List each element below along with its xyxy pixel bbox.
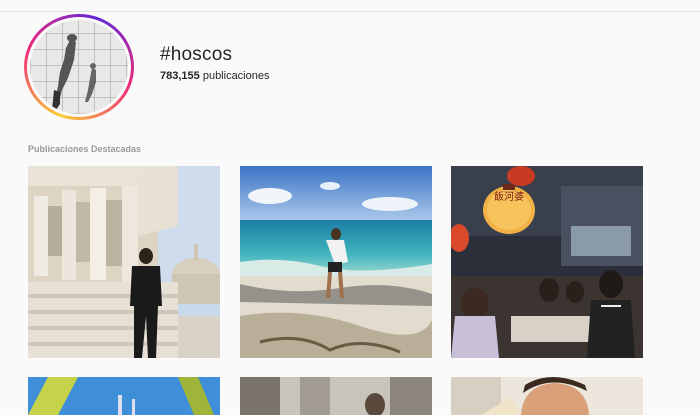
post-count: 783,155 publicaciones [160, 70, 269, 82]
post-tile-interior[interactable] [240, 377, 432, 415]
hashtag-avatar [24, 14, 134, 120]
avatar-image [30, 20, 128, 114]
featured-posts-heading: Publicaciones Destacadas [28, 144, 142, 154]
post-tile-beach[interactable] [240, 166, 432, 358]
post-tile-blue-sky[interactable] [28, 377, 220, 415]
hashtag-title: #hoscos [160, 44, 233, 65]
post-tile-night-market[interactable]: 飯河婆 [451, 166, 643, 358]
post-tile-portrait[interactable] [451, 377, 643, 415]
lantern-text: 飯河婆 [494, 190, 524, 203]
post-count-label: publicaciones [202, 70, 270, 82]
post-count-number: 783,155 [160, 70, 200, 82]
header-divider [0, 0, 700, 12]
post-tile-temple[interactable] [28, 166, 220, 358]
